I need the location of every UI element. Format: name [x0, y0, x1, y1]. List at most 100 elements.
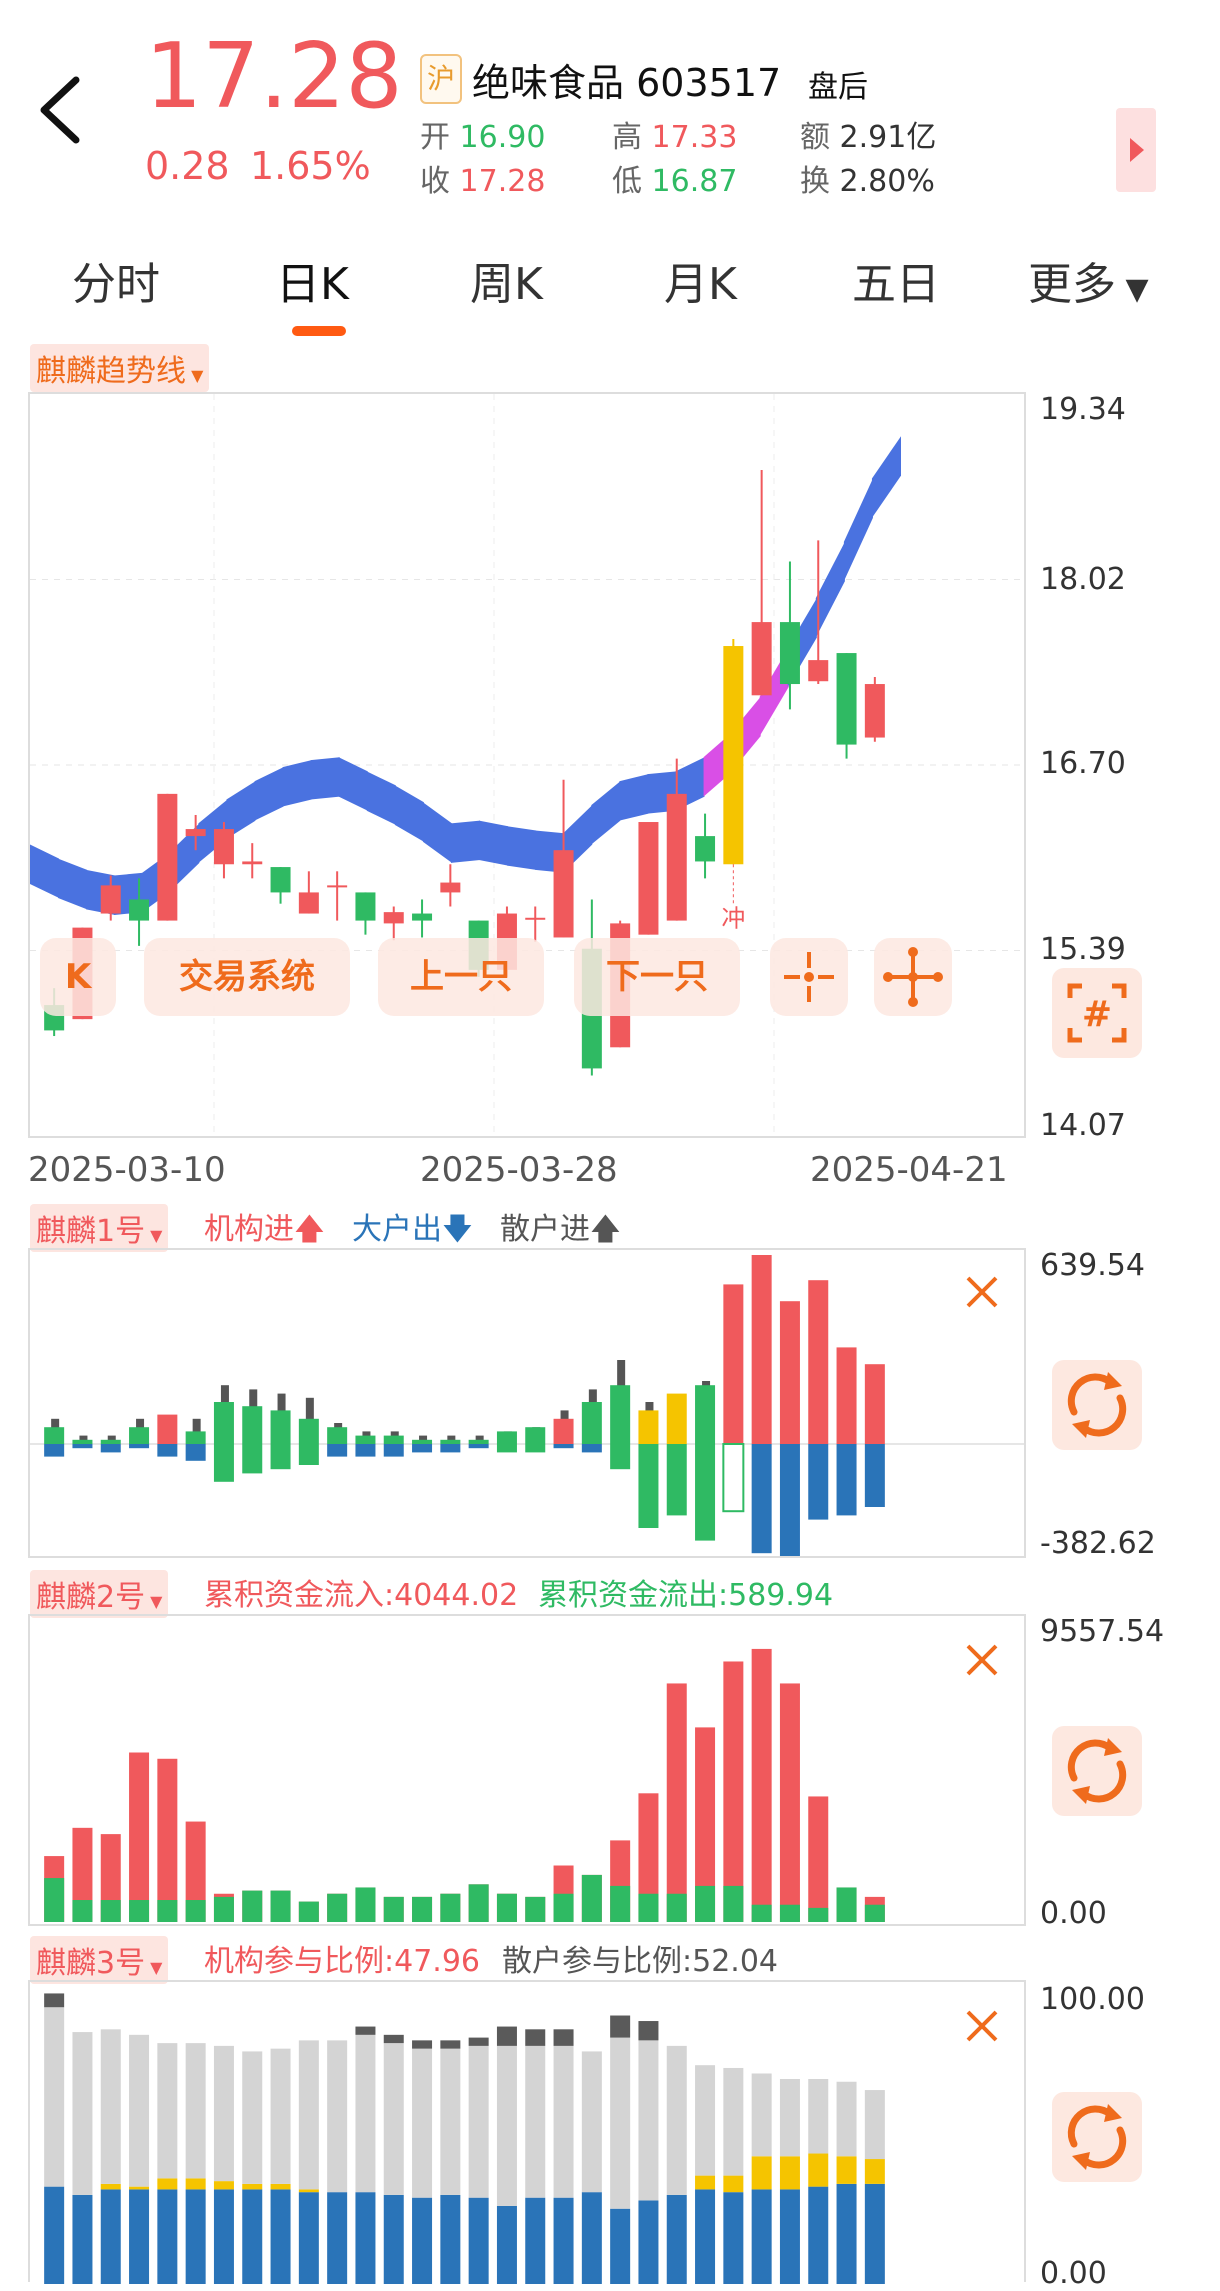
bar-institution — [525, 1427, 546, 1444]
ind1-refresh-button[interactable] — [1052, 1360, 1142, 1450]
bar-inflow — [129, 1752, 150, 1922]
first-candle-button[interactable]: K — [40, 938, 116, 1016]
bar-big-holder — [779, 1444, 800, 1556]
tab-five-day[interactable]: 五日 — [852, 248, 940, 312]
bar-institution-ratio — [779, 2189, 800, 2284]
trend-band-segment — [507, 826, 537, 870]
ind3-selector[interactable]: 麒麟3号 ▼ — [30, 1936, 169, 1984]
bar-institution — [355, 1435, 376, 1444]
bar-institution — [185, 1431, 206, 1444]
bar-institution-ratio — [327, 2192, 348, 2284]
ind1-y-bottom: -382.62 — [1040, 1526, 1156, 1561]
bar-institution — [100, 1439, 121, 1444]
bar-institution-ratio — [581, 2192, 602, 2284]
bar-big-holder — [157, 1444, 178, 1457]
bar-outflow — [383, 1896, 404, 1922]
bar-big-holder — [808, 1444, 829, 1520]
candle-body — [751, 622, 772, 696]
ind2-selector[interactable]: 麒麟2号 ▼ — [30, 1570, 169, 1618]
bar-institution — [723, 1284, 744, 1444]
bar-institution-ratio — [242, 2189, 263, 2284]
tab-weekly-k[interactable]: 周K — [470, 248, 543, 312]
candle-body — [129, 899, 150, 921]
candle-body — [836, 653, 857, 745]
ind2-outflow: 累积资金流出:589.94 — [538, 1578, 834, 1613]
bar-institution-ratio — [44, 2186, 65, 2284]
kline-chart[interactable]: 冲 — [30, 394, 1024, 1136]
bar-outflow — [157, 1900, 178, 1922]
bar-institution — [412, 1439, 433, 1444]
close-icon[interactable] — [964, 1274, 1000, 1310]
quote-close: 收 17.28 — [420, 164, 546, 199]
bar-institution — [553, 1418, 574, 1444]
bar-other-ratio — [355, 2026, 376, 2035]
crosshair-button[interactable] — [770, 938, 848, 1016]
bar-institution-ratio — [185, 2189, 206, 2284]
ind3-panel[interactable] — [28, 1980, 1026, 2284]
quote-open: 开 16.90 — [420, 120, 546, 155]
tab-more[interactable]: 更多 ▼ — [1028, 248, 1149, 312]
trend-band-segment — [30, 844, 60, 899]
bar-inflow — [666, 1683, 687, 1922]
previous-stock-button[interactable]: 上一只 — [378, 938, 544, 1016]
y-label-bottom: 14.07 — [1040, 1108, 1126, 1143]
bar-other-ratio — [496, 2026, 517, 2046]
trend-band-segment — [254, 767, 284, 821]
ind3-refresh-button[interactable] — [1052, 2092, 1142, 2182]
quote-amount: 额 2.91亿 — [800, 120, 937, 155]
bar-big-ratio — [129, 2186, 150, 2190]
tab-daily-k[interactable]: 日K — [276, 248, 349, 312]
candle-body — [723, 646, 744, 865]
quote-low: 低 16.87 — [612, 164, 738, 199]
bar-institution — [808, 1280, 829, 1444]
candle-body — [525, 917, 546, 920]
bar-institution-ratio — [666, 2194, 687, 2284]
bar-outflow — [525, 1896, 546, 1922]
expand-panel-button[interactable] — [1116, 108, 1156, 192]
bar-institution — [383, 1435, 404, 1444]
trend-band-segment — [479, 820, 509, 866]
back-arrow-icon[interactable] — [32, 70, 92, 150]
bar-outflow — [412, 1896, 433, 1922]
bar-retail-ratio — [44, 2007, 65, 2187]
bar-institution — [581, 1402, 602, 1444]
bar-outflow — [468, 1884, 489, 1922]
candle-body — [695, 836, 716, 862]
bar-big-holder — [383, 1444, 404, 1457]
bar-retail-ratio — [213, 2045, 234, 2182]
bar-institution-ratio — [638, 2200, 659, 2284]
tab-intraday[interactable]: 分时 — [72, 248, 160, 312]
bar-retail-ratio — [100, 2029, 121, 2184]
ind2-refresh-button[interactable] — [1052, 1726, 1142, 1816]
bar-institution-ratio — [270, 2189, 291, 2284]
bar-big-ratio — [808, 2153, 829, 2187]
close-icon[interactable] — [964, 2008, 1000, 2044]
bar-big-ratio — [864, 2159, 885, 2184]
main-indicator-selector[interactable]: 麒麟趋势线 ▼ — [30, 344, 210, 392]
bar-big-holder — [553, 1444, 574, 1449]
ind1-panel[interactable] — [28, 1248, 1026, 1558]
bar-institution — [864, 1364, 885, 1444]
move-icon — [883, 947, 943, 1007]
candle-body — [298, 892, 319, 914]
ind1-selector[interactable]: 麒麟1号 ▼ — [30, 1204, 169, 1252]
grid-toggle-button[interactable]: # — [1052, 968, 1142, 1058]
bar-big-holder — [440, 1444, 461, 1453]
dropdown-arrow-icon: ▼ — [145, 1958, 163, 1977]
move-button[interactable] — [874, 938, 952, 1016]
close-icon[interactable] — [964, 1642, 1000, 1678]
tab-monthly-k[interactable]: 月K — [664, 248, 737, 312]
trend-band-segment — [310, 757, 340, 800]
dropdown-arrow-icon: ▼ — [145, 1226, 163, 1245]
bar-outflow — [638, 1893, 659, 1922]
ind2-panel[interactable] — [28, 1614, 1026, 1926]
bar-institution-ratio — [496, 2205, 517, 2284]
bar-retail-ratio — [836, 2081, 857, 2157]
kline-chart-panel[interactable]: 冲 — [28, 392, 1026, 1138]
bar-big-holder — [298, 1444, 319, 1465]
next-stock-button[interactable]: 下一只 — [574, 938, 740, 1016]
bar-outflow — [553, 1893, 574, 1922]
bar-outflow — [44, 1878, 65, 1922]
y-label-3: 16.70 — [1040, 746, 1126, 781]
trading-system-button[interactable]: 交易系统 — [144, 938, 350, 1016]
